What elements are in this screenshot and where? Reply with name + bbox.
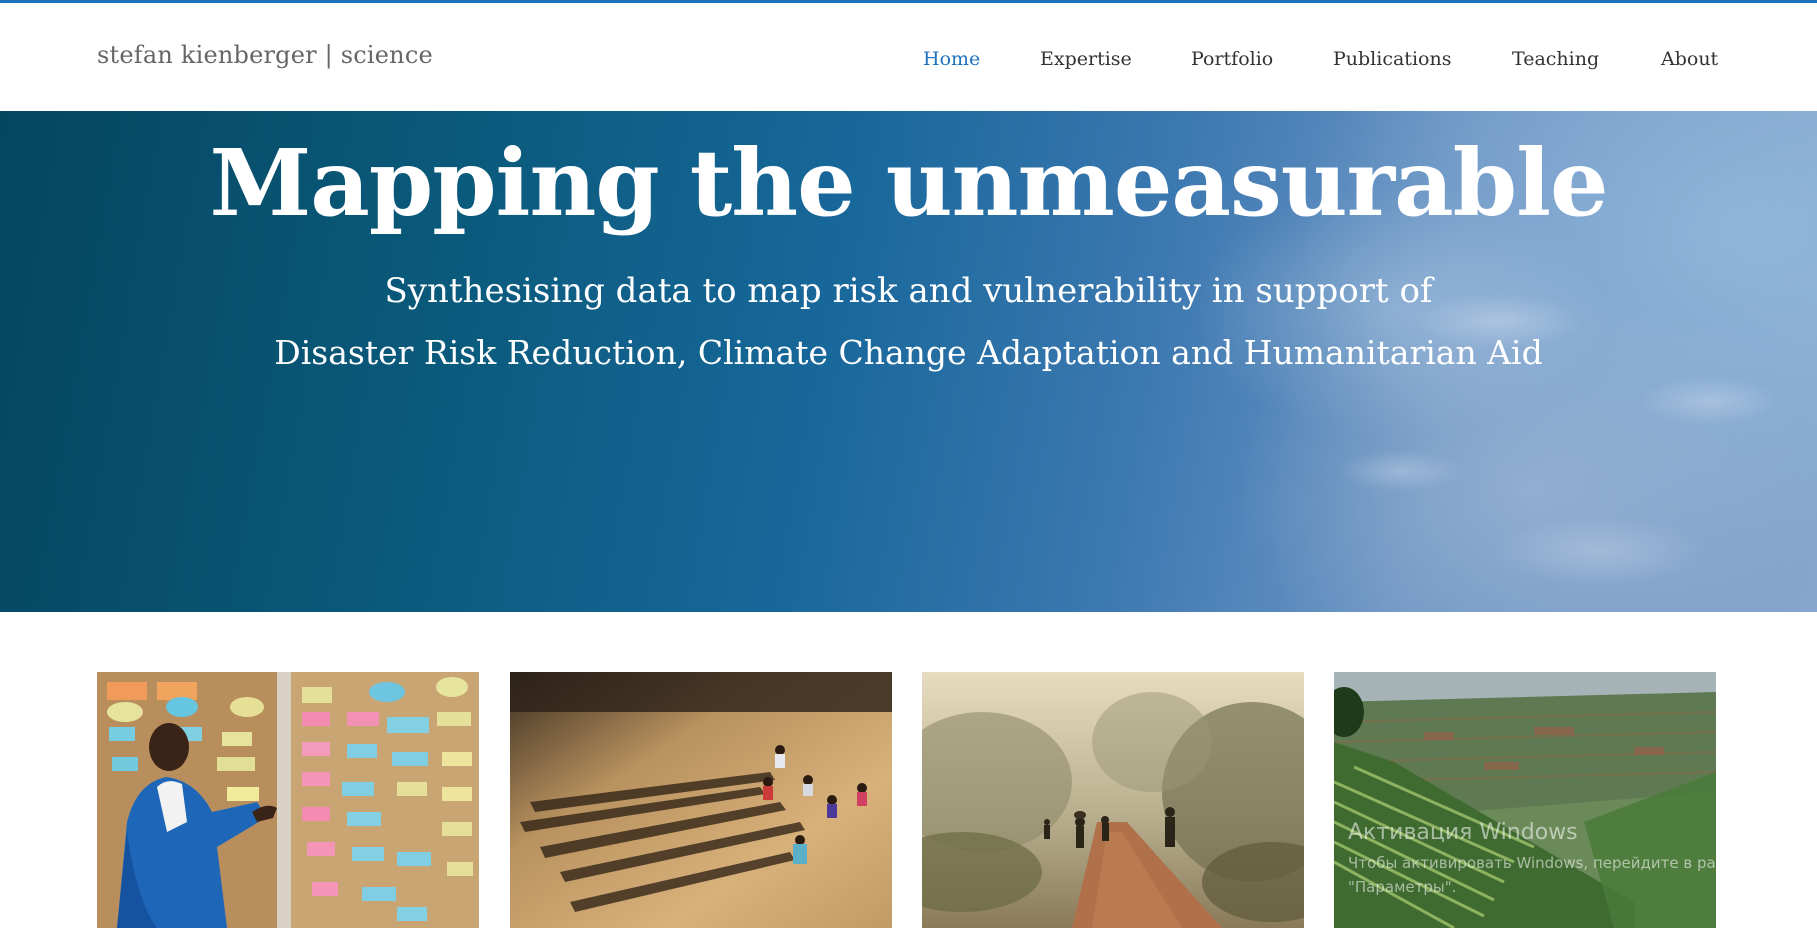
aerial-people-photo: [510, 672, 892, 928]
site-header: stefan kienberger | science Home Experti…: [0, 3, 1817, 111]
image-gallery: [0, 612, 1817, 937]
misty-road-photo: [922, 672, 1304, 928]
nav-expertise[interactable]: Expertise: [1040, 48, 1132, 70]
gallery-image-misty-road[interactable]: [922, 672, 1304, 928]
earth-clouds-background: [1150, 171, 1817, 611]
hero-subtitle-line1: Synthesising data to map risk and vulner…: [384, 271, 1433, 311]
hero-title: Mapping the unmeasurable: [209, 129, 1608, 237]
hero-banner: Mapping the unmeasurable Synthesising da…: [0, 111, 1817, 612]
workshop-photo: [97, 672, 479, 928]
nav-about[interactable]: About: [1661, 48, 1718, 70]
terraced-hills-photo: [1334, 672, 1716, 928]
main-nav: Home Expertise Portfolio Publications Te…: [0, 3, 1817, 111]
gallery-image-terraced-hills[interactable]: [1334, 672, 1716, 928]
gallery-image-workshop[interactable]: [97, 672, 479, 928]
nav-portfolio[interactable]: Portfolio: [1191, 48, 1273, 70]
nav-teaching[interactable]: Teaching: [1512, 48, 1599, 70]
hero-subtitle-line2: Disaster Risk Reduction, Climate Change …: [274, 333, 1543, 372]
nav-home[interactable]: Home: [923, 48, 980, 70]
gallery-image-aerial-people[interactable]: [510, 672, 892, 928]
page: stefan kienberger | science Home Experti…: [0, 0, 1817, 937]
nav-publications[interactable]: Publications: [1333, 48, 1451, 70]
